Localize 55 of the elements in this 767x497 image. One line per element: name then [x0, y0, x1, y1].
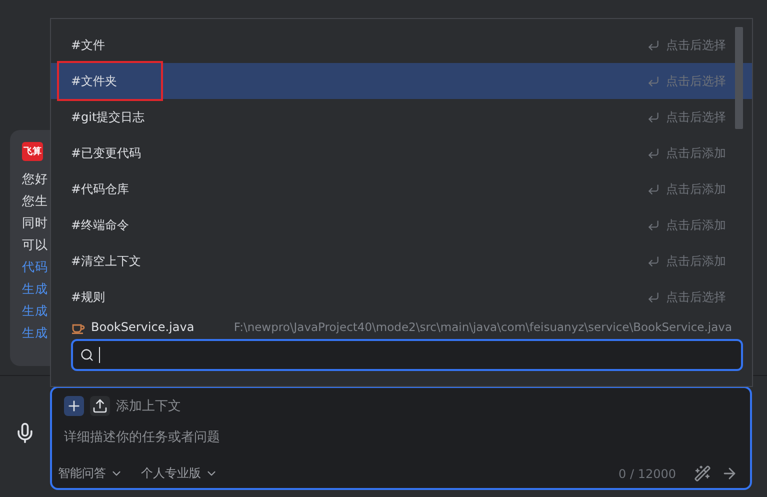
- upload-icon: [92, 398, 108, 414]
- menu-item[interactable]: #规则 点击后选择: [51, 279, 752, 315]
- menu-item[interactable]: #代码仓库 点击后添加: [51, 171, 752, 207]
- magic-wand-icon[interactable]: [694, 465, 711, 482]
- message-text: 您好: [22, 170, 49, 187]
- message-text: 同时: [22, 214, 49, 231]
- enter-icon: [647, 182, 660, 196]
- item-label: #终端命令: [70, 217, 130, 234]
- menu-item[interactable]: #终端命令 点击后添加: [51, 207, 752, 243]
- enter-icon: [647, 74, 660, 88]
- item-hint: 点击后选择: [666, 288, 726, 306]
- scrollbar[interactable]: [735, 27, 743, 129]
- send-icon[interactable]: [721, 465, 738, 482]
- menu-item[interactable]: #文件 点击后选择: [51, 27, 752, 63]
- plan-dropdown[interactable]: 个人专业版: [141, 465, 218, 482]
- mode-dropdown[interactable]: 智能问答: [58, 465, 123, 482]
- text-cursor: [99, 347, 100, 363]
- menu-item[interactable]: #已变更代码 点击后添加: [51, 135, 752, 171]
- menu-item[interactable]: #文件夹 点击后选择: [51, 63, 752, 99]
- plus-icon: [66, 398, 82, 414]
- item-hint: 点击后选择: [666, 108, 726, 126]
- item-hint: 点击后选择: [666, 36, 726, 54]
- message-text: 可以: [22, 236, 49, 253]
- character-counter: 0 / 12000: [618, 466, 676, 480]
- item-hint: 点击后选择: [666, 72, 726, 90]
- enter-icon: [647, 218, 660, 232]
- item-label: #文件: [70, 37, 106, 54]
- enter-icon: [647, 146, 660, 160]
- message-field[interactable]: 详细描述你的任务或者问题: [64, 430, 738, 445]
- add-context-label[interactable]: 添加上下文: [116, 397, 181, 415]
- item-label: #文件夹: [57, 61, 164, 101]
- item-hint: 点击后添加: [666, 216, 726, 234]
- item-hint: 点击后添加: [666, 252, 726, 270]
- message-text: 您生: [22, 192, 49, 209]
- item-label: #git提交日志: [70, 109, 146, 126]
- upload-button[interactable]: [90, 396, 110, 416]
- item-label: #规则: [70, 289, 106, 306]
- search-field[interactable]: [71, 339, 743, 371]
- file-name[interactable]: BookService.java: [91, 320, 211, 334]
- enter-icon: [647, 110, 660, 124]
- logo: 飞算: [22, 142, 43, 161]
- menu-item[interactable]: #git提交日志 点击后选择: [51, 99, 752, 135]
- search-icon: [80, 348, 94, 362]
- chat-input[interactable]: 添加上下文 详细描述你的任务或者问题 智能问答 个人专业版 0 / 12000: [50, 386, 752, 490]
- enter-icon: [647, 290, 660, 304]
- enter-icon: [647, 38, 660, 52]
- file-path: F:\newpro\JavaProject40\mode2\src\main\java\com\feisuanyz\service\BookService.java: [234, 320, 732, 334]
- item-label: #清空上下文: [70, 253, 142, 270]
- item-hint: 点击后添加: [666, 144, 726, 162]
- enter-icon: [647, 254, 660, 268]
- item-label: #代码仓库: [70, 181, 130, 198]
- item-hint: 点击后添加: [666, 180, 726, 198]
- add-button[interactable]: [64, 396, 84, 416]
- item-label: #已变更代码: [70, 145, 142, 162]
- menu-item[interactable]: #清空上下文 点击后添加: [51, 243, 752, 279]
